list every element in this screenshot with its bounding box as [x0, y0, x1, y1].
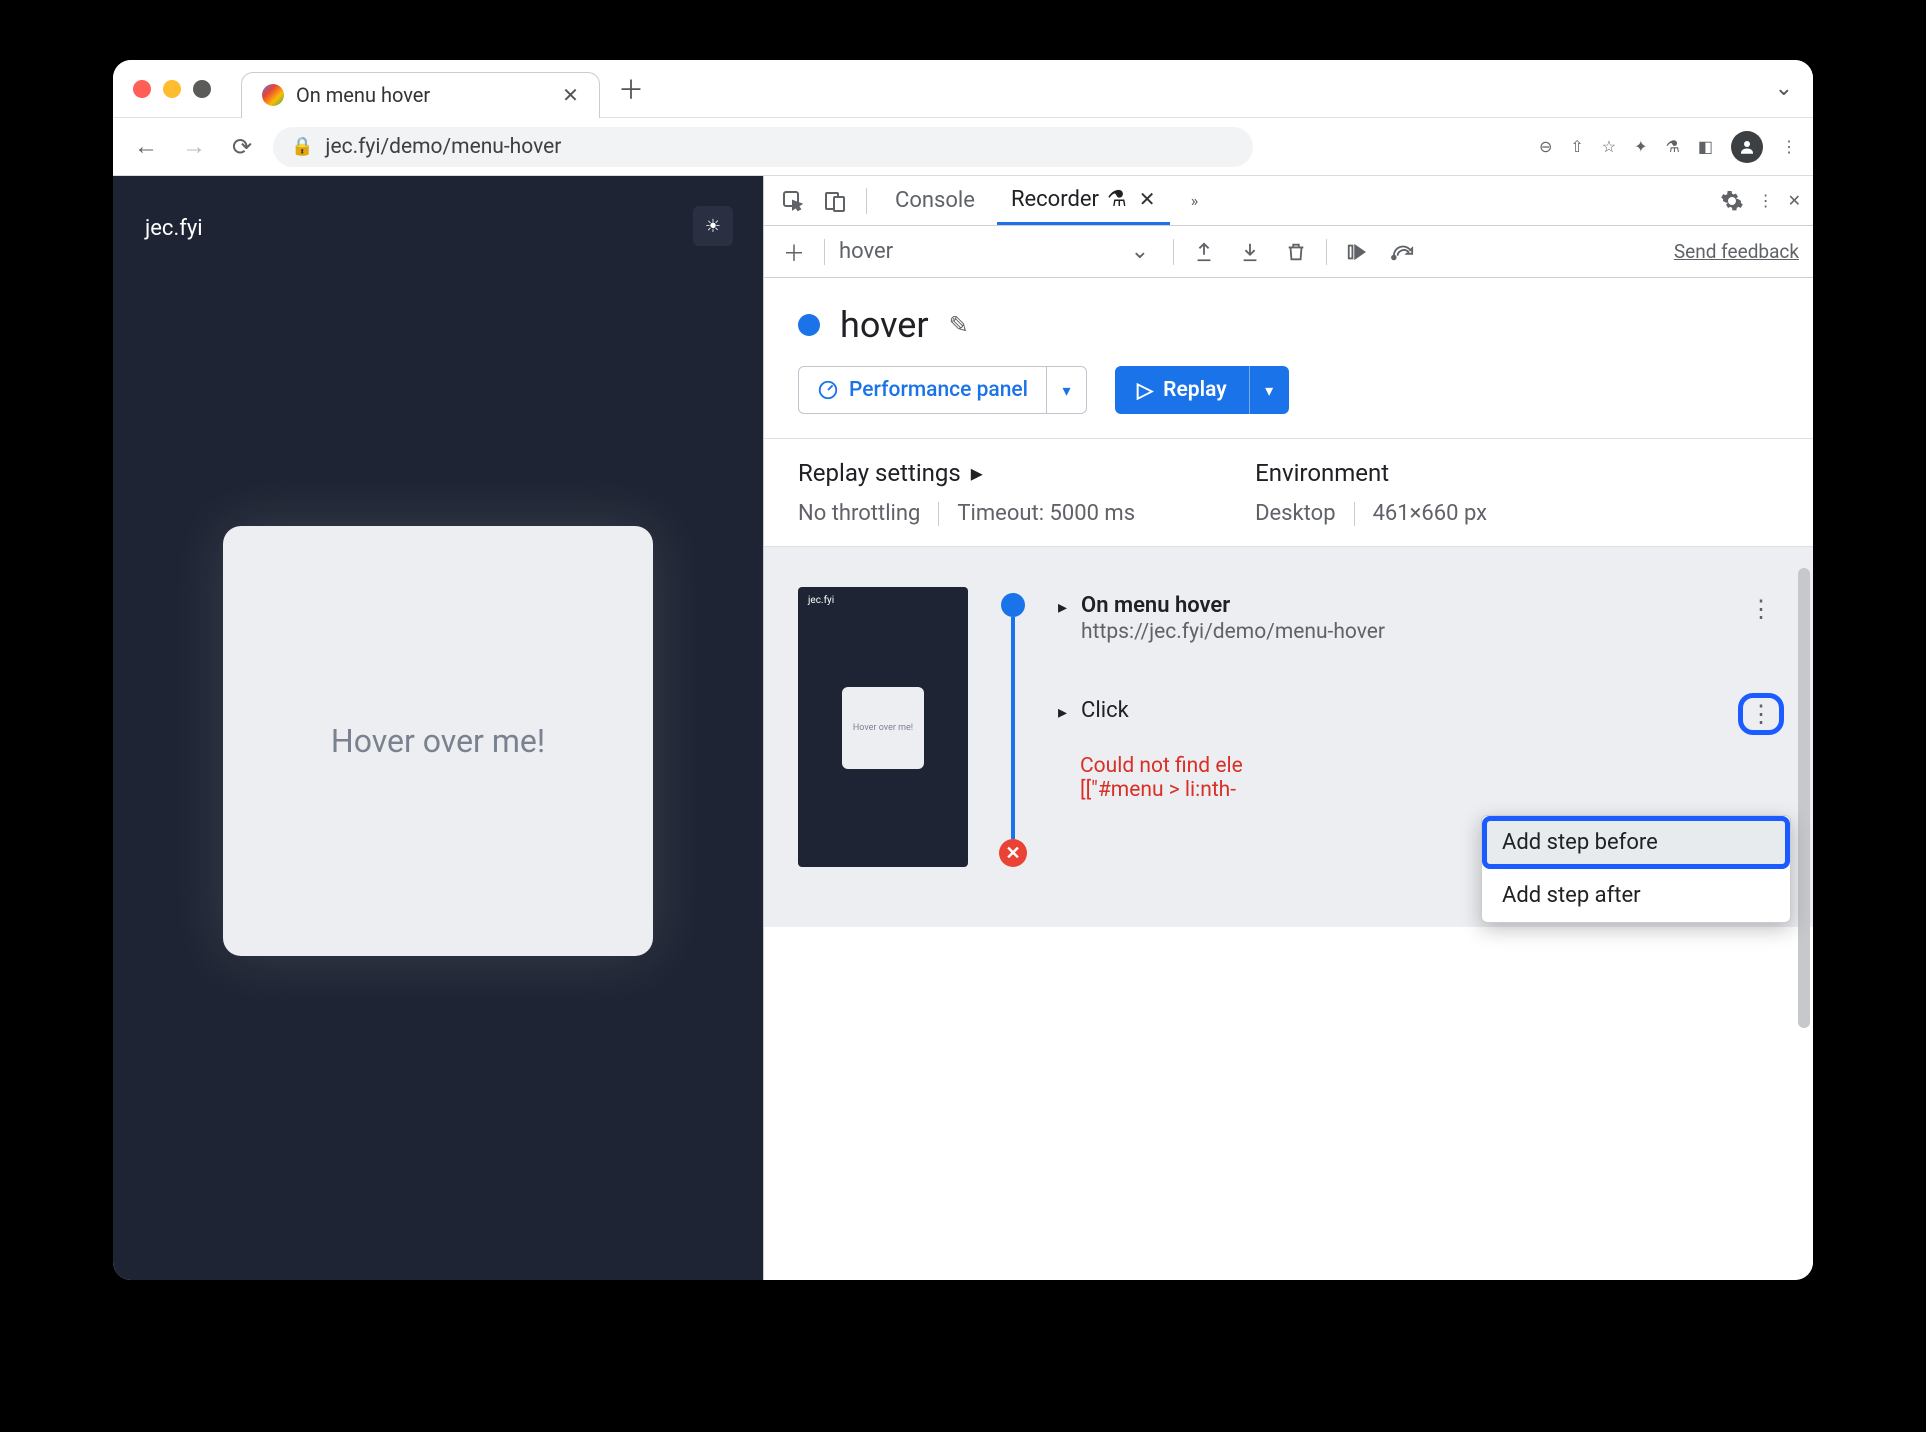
export-icon[interactable] [1188, 241, 1220, 263]
back-button[interactable]: ← [129, 130, 163, 164]
reload-button[interactable]: ⟳ [225, 130, 259, 164]
replay-settings[interactable]: Replay settings ▸ No throttling Timeout:… [798, 459, 1135, 526]
gauge-icon [817, 379, 839, 401]
tab-title: On menu hover [296, 83, 430, 107]
steps-section: jec.fyi Hover over me! ✕ ▸ [764, 547, 1813, 927]
browser-menu-button[interactable]: ⋮ [1781, 137, 1797, 156]
recording-header: hover ✎ [764, 278, 1813, 366]
chevron-down-icon: ⌄ [1131, 239, 1149, 264]
timeout-value: Timeout: 5000 ms [957, 501, 1135, 526]
settings-gear-icon[interactable] [1720, 189, 1744, 213]
recorder-toolbar: ＋ hover ⌄ [764, 226, 1813, 278]
caret-right-icon[interactable]: ▸ [1058, 698, 1067, 723]
theme-toggle-button[interactable]: ☀ [693, 206, 733, 246]
recording-indicator-icon [798, 314, 820, 336]
titlebar: On menu hover ✕ ＋ ⌄ [113, 60, 1813, 118]
browser-window: On menu hover ✕ ＋ ⌄ ← → ⟳ 🔒 jec.fyi/demo… [113, 60, 1813, 1280]
window-controls [133, 80, 211, 98]
tab-favicon-icon [262, 84, 284, 106]
minimize-window-button[interactable] [163, 80, 181, 98]
rendered-page: jec.fyi ☀ Hover over me! [113, 176, 763, 1280]
step-menu-button[interactable]: ⋮ [1743, 698, 1779, 730]
performance-panel-dropdown[interactable]: ▾ [1046, 367, 1086, 413]
share-icon[interactable]: ⇧ [1570, 137, 1583, 156]
url-input[interactable]: 🔒 jec.fyi/demo/menu-hover [273, 127, 1253, 167]
tab-close-button[interactable]: ✕ [562, 83, 579, 107]
dimensions-value: 461×660 px [1373, 501, 1488, 526]
more-tabs-button[interactable]: » [1178, 184, 1212, 218]
throttling-value: No throttling [798, 501, 920, 526]
recorder-body: hover ✎ Performance panel ▾ [764, 278, 1813, 1280]
edit-title-button[interactable]: ✎ [949, 311, 969, 339]
step-navigate[interactable]: ▸ On menu hover https://jec.fyi/demo/men… [1058, 587, 1779, 668]
labs-flask-icon: ⚗ [1107, 187, 1127, 212]
labs-icon[interactable]: ⚗ [1666, 137, 1680, 156]
timeline-line [1011, 617, 1015, 839]
tab-console[interactable]: Console [881, 177, 989, 225]
browser-tab[interactable]: On menu hover ✕ [241, 72, 600, 118]
toolbar-icons: ⊖ ⇧ ☆ ✦ ⚗ ◧ ⋮ [1539, 131, 1797, 163]
step-icon[interactable] [1387, 241, 1419, 263]
forward-button[interactable]: → [177, 130, 211, 164]
environment-settings: Environment Desktop 461×660 px [1255, 459, 1487, 526]
address-bar: ← → ⟳ 🔒 jec.fyi/demo/menu-hover ⊖ ⇧ ☆ ✦ … [113, 118, 1813, 176]
lock-icon: 🔒 [291, 136, 313, 157]
step-menu-button[interactable]: ⋮ [1743, 593, 1779, 625]
new-recording-button[interactable]: ＋ [778, 236, 810, 268]
inspect-element-icon[interactable] [776, 184, 810, 218]
step-error-text: Could not find ele [["#menu > li:nth- [1058, 754, 1779, 802]
delete-icon[interactable] [1280, 241, 1312, 263]
caret-right-icon[interactable]: ▸ [1058, 593, 1067, 618]
devtools-tabbar: Console Recorder ⚗ ✕ » ⋮ ✕ [764, 176, 1813, 226]
replay-button[interactable]: ▷ Replay ▾ [1115, 366, 1289, 414]
hover-card[interactable]: Hover over me! [223, 526, 653, 956]
recording-title: hover [840, 304, 929, 346]
import-icon[interactable] [1234, 241, 1266, 263]
caret-right-icon: ▸ [971, 459, 983, 487]
tab-list-button[interactable]: ⌄ [1775, 76, 1793, 101]
timeline-dot-icon [1001, 593, 1025, 617]
step-context-menu: Add step before Add step after [1481, 815, 1791, 923]
play-icon: ▷ [1137, 378, 1153, 403]
site-brand: jec.fyi [145, 216, 203, 241]
maximize-window-button[interactable] [193, 80, 211, 98]
devtools-menu-button[interactable]: ⋮ [1758, 191, 1774, 210]
timeline-error-icon: ✕ [999, 839, 1027, 867]
zoom-icon[interactable]: ⊖ [1539, 137, 1552, 156]
bookmark-icon[interactable]: ☆ [1602, 137, 1616, 156]
url-text: jec.fyi/demo/menu-hover [325, 135, 561, 159]
device-toggle-icon[interactable] [818, 184, 852, 218]
action-buttons: Performance panel ▾ ▷ Replay ▾ [764, 366, 1813, 438]
vertical-scrollbar[interactable] [1798, 568, 1810, 1028]
main-split: jec.fyi ☀ Hover over me! Console Recorde… [113, 176, 1813, 1280]
new-tab-button[interactable]: ＋ [618, 70, 644, 107]
extensions-icon[interactable]: ✦ [1634, 137, 1647, 156]
performance-panel-button[interactable]: Performance panel ▾ [798, 366, 1087, 414]
replay-dropdown[interactable]: ▾ [1249, 366, 1289, 414]
profile-avatar[interactable] [1731, 131, 1763, 163]
send-feedback-link[interactable]: Send feedback [1674, 240, 1799, 263]
close-window-button[interactable] [133, 80, 151, 98]
tab-recorder-close-button[interactable]: ✕ [1135, 187, 1156, 211]
tab-recorder[interactable]: Recorder ⚗ ✕ [997, 177, 1170, 225]
step-over-icon[interactable] [1341, 241, 1373, 263]
devtools-panel: Console Recorder ⚗ ✕ » ⋮ ✕ ＋ [763, 176, 1813, 1280]
settings-row: Replay settings ▸ No throttling Timeout:… [764, 438, 1813, 547]
sidepanel-icon[interactable]: ◧ [1698, 137, 1713, 156]
menu-add-step-before[interactable]: Add step before [1482, 816, 1790, 869]
recording-select[interactable]: hover ⌄ [839, 239, 1159, 264]
menu-add-step-after[interactable]: Add step after [1482, 869, 1790, 922]
step-click[interactable]: ▸ Click ⋮ [1058, 668, 1779, 754]
step-thumbnail: jec.fyi Hover over me! [798, 587, 968, 867]
device-value: Desktop [1255, 501, 1336, 526]
timeline: ✕ [998, 587, 1028, 867]
devtools-close-button[interactable]: ✕ [1788, 191, 1801, 210]
